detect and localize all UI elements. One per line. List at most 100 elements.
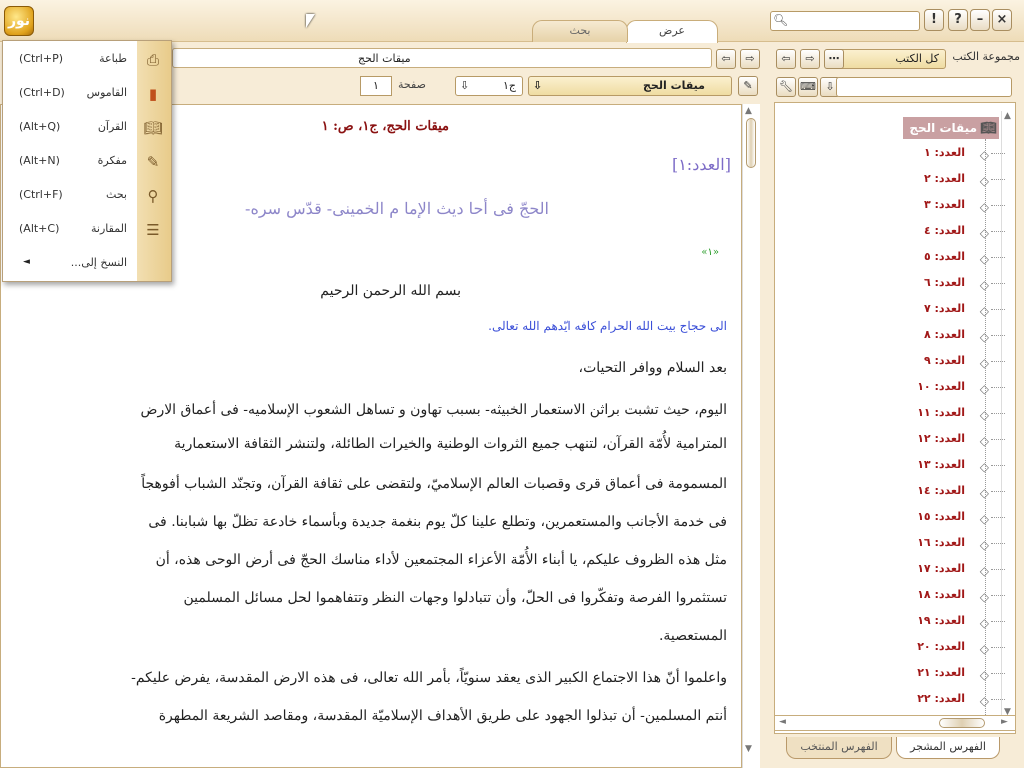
keyboard-icon[interactable]: ⌨ — [798, 77, 818, 97]
tree-node[interactable]: العدد: ۲ ◇ — [915, 169, 1005, 189]
closed-book-icon: ◇ — [979, 252, 989, 266]
tree-node[interactable]: العدد: ٤ ◇ — [915, 221, 1005, 241]
footnote-marker[interactable]: «۱» — [701, 247, 719, 258]
tree-node-label: العدد: ۱۸ — [917, 588, 965, 601]
tree-node[interactable]: العدد: ۱۱ ◇ — [915, 403, 1005, 423]
closed-book-icon: ◇ — [979, 330, 989, 344]
search-icon: 🔍︎ — [773, 13, 789, 27]
scroll-up-icon[interactable]: ▲ — [1004, 111, 1011, 121]
menu-item-shortcut: (Alt+Q) — [19, 120, 61, 133]
tree-node-label: العدد: ۲۲ — [917, 692, 965, 705]
index-filter-input[interactable] — [836, 77, 1012, 97]
minimize-button[interactable]: – — [970, 9, 990, 31]
breadcrumb-text: ميقات الحج — [358, 52, 411, 65]
collection-select[interactable]: كل الكتب — [838, 49, 946, 69]
closed-book-icon: ◇ — [979, 434, 989, 448]
paragraph-line: فى خدمة الأجانب والمستعمرين، وتطلع علينا… — [148, 514, 727, 530]
tree-node[interactable]: العدد: ۸ ◇ — [915, 325, 1005, 345]
main-menu: ⎙ طباعة (Ctrl+P) ▮ القاموس (Ctrl+D) 📖︎ ا… — [2, 40, 172, 282]
tree-node[interactable]: العدد: ۹ ◇ — [915, 351, 1005, 371]
scroll-up-icon[interactable]: ▲ — [745, 106, 752, 116]
volume-select[interactable]: ج۱ ⇩ — [455, 76, 523, 96]
menu-item-label: النسخ إلى... — [70, 256, 127, 269]
tree-node[interactable]: العدد: ۱۳ ◇ — [915, 455, 1005, 475]
tree-node[interactable]: العدد: ۷ ◇ — [915, 299, 1005, 319]
tree-horizontal-scrollbar[interactable]: ◄ ► — [774, 715, 1016, 731]
collection-value: كل الكتب — [895, 52, 939, 65]
tree-node[interactable]: العدد: ٦ ◇ — [915, 273, 1005, 293]
tree-node[interactable]: العدد: ۲۲ ◇ — [915, 689, 1005, 709]
next-arrow-button[interactable]: ⇨ — [740, 49, 760, 69]
tree-node-label: العدد: ۹ — [923, 354, 965, 367]
scroll-thumb[interactable] — [939, 718, 985, 728]
wrench-icon[interactable]: 🔧︎ — [776, 77, 796, 97]
closed-book-icon: ◇ — [979, 174, 989, 188]
menu-item-copy-to[interactable]: النسخ إلى... ◄ — [3, 247, 171, 281]
tree-node[interactable]: العدد: ۳ ◇ — [915, 195, 1005, 215]
tree-node[interactable]: العدد: ۲۰ ◇ — [915, 637, 1005, 657]
tree-node-label: العدد: ٥ — [923, 250, 965, 263]
tab-tree-index[interactable]: الفهرس المشجر — [896, 737, 1000, 759]
tree-node[interactable]: العدد: ۱٥ ◇ — [915, 507, 1005, 527]
article-heading: الحجّ فى أحا ديث الإما م الخمينى- قدّس س… — [245, 199, 549, 218]
tree-node[interactable]: العدد: ۱ ◇ — [915, 143, 1005, 163]
help-button[interactable]: ? — [948, 9, 968, 31]
menu-item-print[interactable]: ⎙ طباعة (Ctrl+P) — [3, 43, 171, 77]
tree-scrollbar[interactable]: ▲ ▼ — [1001, 111, 1013, 717]
menu-item-label: المقارنة — [91, 222, 127, 235]
tree-node-label: العدد: ۱٥ — [917, 510, 965, 523]
global-search-input[interactable]: 🔍︎ — [770, 11, 920, 31]
scroll-down-icon[interactable]: ▼ — [745, 744, 752, 754]
menu-item-dictionary[interactable]: ▮ القاموس (Ctrl+D) — [3, 77, 171, 111]
prev-arrow-button[interactable]: ⇦ — [716, 49, 736, 69]
tab-search[interactable]: بحث — [532, 20, 628, 42]
tab-selected-index[interactable]: الفهرس المنتخب — [786, 737, 892, 759]
closed-book-icon: ◇ — [979, 226, 989, 240]
menu-item-quran[interactable]: 📖︎ القرآن (Alt+Q) — [3, 111, 171, 145]
app-logo-button[interactable]: نور — [4, 6, 34, 36]
tree-node[interactable]: العدد: ٥ ◇ — [915, 247, 1005, 267]
tree-root-node[interactable]: ميقات الحج 📖︎ — [903, 117, 999, 139]
tree-node[interactable]: العدد: ۱٤ ◇ — [915, 481, 1005, 501]
tree-node[interactable]: العدد: ۲۱ ◇ — [915, 663, 1005, 683]
scroll-right-icon[interactable]: ► — [1001, 717, 1008, 727]
scroll-thumb[interactable] — [746, 118, 756, 168]
content-scrollbar[interactable]: ▲ ▼ — [742, 104, 760, 768]
tree-node-label: العدد: ۱۹ — [917, 614, 965, 627]
menu-item-shortcut: (Ctrl+F) — [19, 188, 63, 201]
tree-root-label: ميقات الحج — [909, 121, 977, 135]
tree-node[interactable]: العدد: ۱۰ ◇ — [915, 377, 1005, 397]
page-input[interactable]: ۱ — [360, 76, 392, 96]
closed-book-icon: ◇ — [979, 200, 989, 214]
closed-book-icon: ◇ — [979, 616, 989, 630]
closed-book-icon: ◇ — [979, 408, 989, 422]
menu-item-compare[interactable]: ☰ المقارنة (Alt+C) — [3, 213, 171, 247]
closed-book-icon: ◇ — [979, 590, 989, 604]
tree-node[interactable]: العدد: ۱۸ ◇ — [915, 585, 1005, 605]
more-button[interactable]: ⋯ — [824, 49, 844, 69]
tree-node-label: العدد: ۲ — [923, 172, 965, 185]
notepad-icon: ✎ — [146, 153, 160, 171]
menu-item-search[interactable]: ⚲ بحث (Ctrl+F) — [3, 179, 171, 213]
tree-node[interactable]: العدد: ۱۷ ◇ — [915, 559, 1005, 579]
paragraph-line: المستعصية. — [658, 628, 727, 644]
tag-icon[interactable]: ✎ — [738, 76, 758, 96]
book-select[interactable]: ميقات الحج ⇩ — [528, 76, 732, 96]
closed-book-icon: ◇ — [979, 512, 989, 526]
index-tree: ميقات الحج 📖︎ العدد: ۱ ◇ العدد: ۲ ◇ العدد: ۳ ◇… — [774, 102, 1016, 734]
tree-node-label: العدد: ۱٤ — [917, 484, 965, 497]
info-button[interactable]: ! — [924, 9, 944, 31]
tree-node[interactable]: العدد: ۱٦ ◇ — [915, 533, 1005, 553]
tree-node[interactable]: العدد: ۱۹ ◇ — [915, 611, 1005, 631]
close-button[interactable]: × — [992, 9, 1012, 31]
tree-node-label: العدد: ۲۱ — [917, 666, 965, 679]
forward-arrow-button[interactable]: ⇨ — [800, 49, 820, 69]
back-arrow-button[interactable]: ⇦ — [776, 49, 796, 69]
tab-view[interactable]: عرض — [626, 20, 718, 43]
dropdown-arrow-icon: ⇩ — [533, 79, 543, 92]
menu-item-notepad[interactable]: ✎ مفكرة (Alt+N) — [3, 145, 171, 179]
mouse-cursor-icon — [306, 14, 315, 28]
tree-node[interactable]: العدد: ۱۲ ◇ — [915, 429, 1005, 449]
tree-node-label: العدد: ٤ — [923, 224, 965, 237]
scroll-left-icon[interactable]: ◄ — [779, 717, 786, 727]
